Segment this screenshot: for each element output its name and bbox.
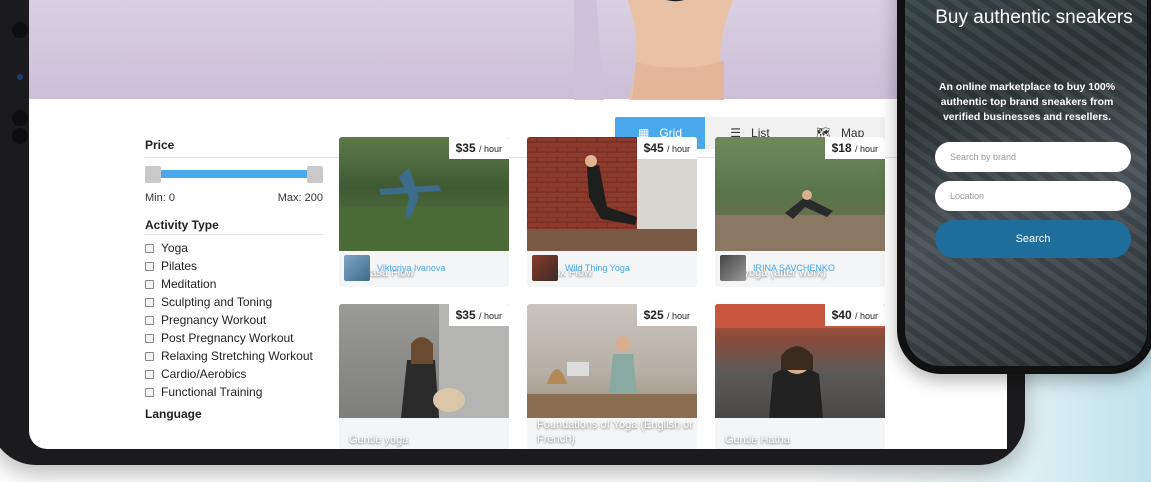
class-card[interactable]: $35 / hour Gentle yoga xyxy=(339,304,509,449)
price-unit: / hour xyxy=(478,311,502,321)
activity-checkbox[interactable]: Pilates xyxy=(145,257,323,275)
class-card[interactable]: $45 / hour Detox Flow Wild Thing Yoga xyxy=(527,137,697,287)
activity-type-label: Activity Type xyxy=(145,218,323,235)
activity-label: Pilates xyxy=(161,259,198,273)
activity-list: Yoga Pilates Meditation Sculpting and To… xyxy=(145,239,323,401)
class-card[interactable]: $35 / hour Vinyasa Flow Viktoriya Ivanov… xyxy=(339,137,509,287)
checkbox[interactable] xyxy=(145,243,154,253)
instructor-name[interactable]: IRINA SAVCHENKO xyxy=(753,263,835,273)
phone-screen: Buy authentic sneakers An online marketp… xyxy=(905,0,1147,366)
price-badge: $25 / hour xyxy=(636,304,697,326)
price-max-handle[interactable] xyxy=(307,166,323,183)
checkbox[interactable] xyxy=(145,261,154,271)
language-label: Language xyxy=(145,407,202,421)
activity-label: Pregnancy Workout xyxy=(161,313,267,327)
price-badge: $18 / hour xyxy=(824,137,885,159)
class-title: Foundations of Yoga (English or French) xyxy=(537,419,693,445)
phone-description: An online marketplace to buy 100% authen… xyxy=(938,81,1116,123)
activity-label: Meditation xyxy=(161,277,217,291)
checkbox[interactable] xyxy=(145,333,154,343)
checkbox[interactable] xyxy=(145,351,154,361)
price-value: $40 xyxy=(831,308,852,322)
tablet-frame: ▦ Grid ☰ List 🗺 Map Price Min: 0 Max: 20… xyxy=(0,0,1025,465)
brand-search-input[interactable]: Search by brand xyxy=(935,142,1131,172)
price-label: Price xyxy=(145,138,175,152)
avatar xyxy=(720,255,746,281)
class-card[interactable]: $40 / hour Gentle Hatha xyxy=(715,304,885,449)
class-card[interactable]: $25 / hour Foundations of Yoga (English … xyxy=(527,304,697,449)
price-min-handle[interactable] xyxy=(145,166,161,183)
side-button xyxy=(12,110,28,126)
tablet-screen: ▦ Grid ☰ List 🗺 Map Price Min: 0 Max: 20… xyxy=(29,0,1007,449)
price-slider-track xyxy=(151,170,317,178)
activity-label: Functional Training xyxy=(161,385,263,399)
stage: ▦ Grid ☰ List 🗺 Map Price Min: 0 Max: 20… xyxy=(0,0,1151,482)
instructor[interactable]: Wild Thing Yoga xyxy=(532,255,630,281)
price-value: $45 xyxy=(643,141,664,155)
price-unit: / hour xyxy=(666,144,690,154)
activity-checkbox[interactable]: Meditation xyxy=(145,275,323,293)
side-button xyxy=(12,128,28,144)
location-input[interactable]: Location xyxy=(935,181,1131,211)
activity-label: Relaxing Stretching Workout xyxy=(161,349,313,363)
activity-checkbox[interactable]: Relaxing Stretching Workout xyxy=(145,347,323,365)
avatar xyxy=(532,255,558,281)
instructor-name[interactable]: Viktoriya Ivanova xyxy=(377,263,445,273)
activity-checkbox[interactable]: Yoga xyxy=(145,239,323,257)
price-max: Max: 200 xyxy=(277,192,323,204)
activity-label: Post Pregnancy Workout xyxy=(161,331,294,345)
checkbox[interactable] xyxy=(145,369,154,379)
hero-model-image xyxy=(574,0,734,100)
activity-checkbox[interactable]: Sculpting and Toning xyxy=(145,293,323,311)
price-unit: / hour xyxy=(478,144,502,154)
price-value: $35 xyxy=(455,141,476,155)
price-badge: $35 / hour xyxy=(448,304,509,326)
activity-checkbox[interactable]: Functional Training xyxy=(145,383,323,401)
phone-frame: Buy authentic sneakers An online marketp… xyxy=(897,0,1151,374)
checkbox[interactable] xyxy=(145,315,154,325)
activity-checkbox[interactable]: Post Pregnancy Workout xyxy=(145,329,323,347)
instructor[interactable]: IRINA SAVCHENKO xyxy=(720,255,835,281)
price-range: Min: 0 Max: 200 xyxy=(145,192,323,204)
hero-banner xyxy=(29,0,1007,100)
camera-dot xyxy=(17,74,23,80)
price-value: $18 xyxy=(831,141,852,155)
price-unit: / hour xyxy=(854,311,878,321)
price-value: $35 xyxy=(455,308,476,322)
price-badge: $45 / hour xyxy=(636,137,697,159)
activity-label: Cardio/Aerobics xyxy=(161,367,247,381)
price-badge: $35 / hour xyxy=(448,137,509,159)
activity-checkbox[interactable]: Pregnancy Workout xyxy=(145,311,323,329)
activity-checkbox[interactable]: Cardio/Aerobics xyxy=(145,365,323,383)
activity-label: Yoga xyxy=(161,241,188,255)
avatar xyxy=(344,255,370,281)
class-title: Gentle yoga xyxy=(349,434,409,446)
search-button[interactable]: Search xyxy=(935,220,1131,258)
activity-label: Sculpting and Toning xyxy=(161,295,273,309)
price-badge: $40 / hour xyxy=(824,304,885,326)
instructor[interactable]: Viktoriya Ivanova xyxy=(344,255,445,281)
checkbox[interactable] xyxy=(145,297,154,307)
price-unit: / hour xyxy=(666,311,690,321)
instructor-name[interactable]: Wild Thing Yoga xyxy=(565,263,630,273)
checkbox[interactable] xyxy=(145,279,154,289)
price-value: $25 xyxy=(643,308,664,322)
checkbox[interactable] xyxy=(145,387,154,397)
side-button xyxy=(12,22,28,38)
class-card[interactable]: $18 / hour Yin yoga (after work) IRINA S… xyxy=(715,137,885,287)
filters-panel: Price Min: 0 Max: 200 Activity Type Yoga… xyxy=(145,138,323,421)
price-unit: / hour xyxy=(854,144,878,154)
class-title: Gentle Hatha xyxy=(725,434,790,446)
phone-title: Buy authentic sneakers xyxy=(935,7,1133,28)
price-min: Min: 0 xyxy=(145,192,175,204)
price-slider[interactable] xyxy=(145,166,323,183)
